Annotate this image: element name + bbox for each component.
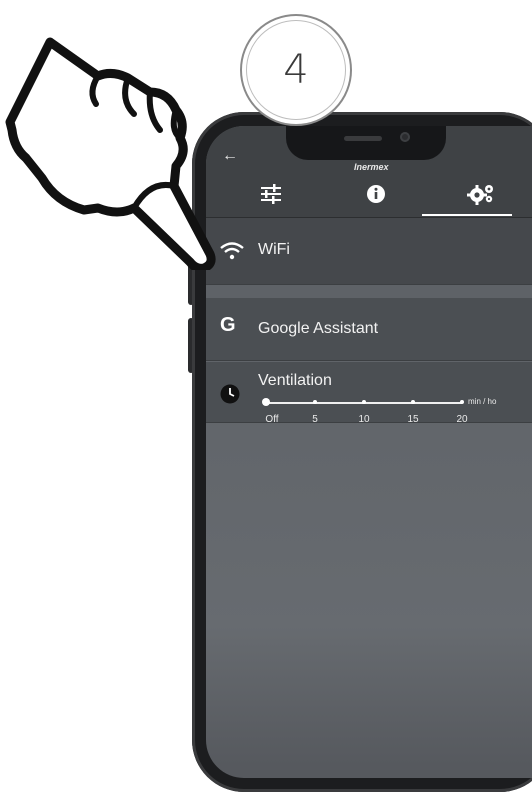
tab-settings[interactable] bbox=[436, 174, 526, 214]
slider-unit-label: min / ho bbox=[468, 397, 497, 406]
speaker bbox=[344, 136, 382, 141]
settings-row-ventilation: Ventilation Off 5 10 15 20 min / ho bbox=[206, 362, 532, 425]
slider-tick bbox=[460, 400, 464, 404]
active-tab-indicator bbox=[422, 214, 512, 216]
front-camera bbox=[400, 132, 410, 142]
tick-label-15: 15 bbox=[407, 414, 419, 425]
clock-icon bbox=[220, 384, 240, 404]
tick-label-20: 20 bbox=[456, 414, 468, 425]
sliders-icon bbox=[261, 184, 281, 204]
app-screen: ← Inermex WiFi G Google Assistant Ventil… bbox=[206, 126, 532, 778]
info-icon bbox=[367, 185, 385, 203]
slider-tick bbox=[313, 400, 317, 404]
step-number: 4 bbox=[283, 47, 309, 93]
phone-frame: ← Inermex WiFi G Google Assistant Ventil… bbox=[192, 112, 532, 792]
tick-label-10: 10 bbox=[358, 414, 370, 425]
step-badge: 4 bbox=[240, 14, 352, 126]
tick-label-off: Off bbox=[265, 414, 279, 425]
settings-row-wifi[interactable]: WiFi bbox=[206, 218, 532, 285]
ventilation-slider[interactable] bbox=[262, 398, 464, 406]
pointing-hand-icon bbox=[5, 37, 216, 270]
slider-tick bbox=[411, 400, 415, 404]
wifi-label: WiFi bbox=[258, 241, 290, 258]
google-icon: G bbox=[220, 314, 236, 336]
gears-icon bbox=[467, 185, 493, 205]
tick-label-5: 5 bbox=[312, 414, 318, 425]
tab-adjustments[interactable] bbox=[241, 174, 301, 214]
ventilation-label: Ventilation bbox=[258, 372, 332, 389]
tab-info[interactable] bbox=[346, 174, 406, 214]
settings-row-google-assistant[interactable]: G Google Assistant bbox=[206, 298, 532, 361]
brand-logo: Inermex bbox=[354, 162, 389, 172]
slider-tick bbox=[362, 400, 366, 404]
phone-notch bbox=[286, 126, 446, 160]
slider-thumb[interactable] bbox=[262, 398, 270, 406]
google-assistant-label: Google Assistant bbox=[258, 320, 379, 337]
